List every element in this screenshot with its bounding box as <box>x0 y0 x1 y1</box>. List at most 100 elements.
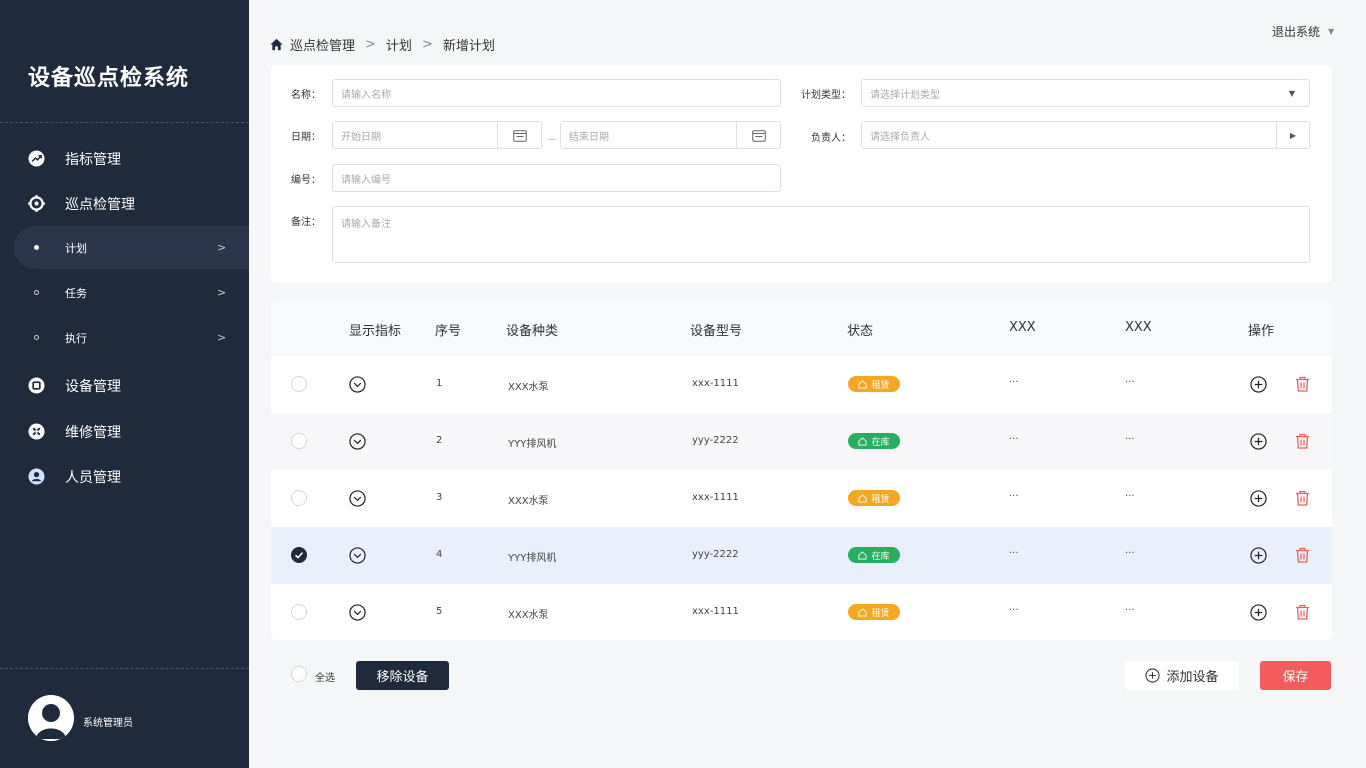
chevron-right-icon: > <box>217 331 227 344</box>
chevron-down-circle-icon[interactable] <box>349 604 366 621</box>
calendar-icon <box>512 129 527 142</box>
table-row[interactable]: 5 XXX水泵 xxx-1111 租赁 ··· ··· <box>271 584 1332 640</box>
code-input[interactable]: 请输入编号 <box>332 164 781 192</box>
bullet-icon <box>34 245 39 250</box>
plus-circle-icon <box>1145 668 1161 683</box>
table-row[interactable]: 4 YYY排风机 yyy-2222 在库 ··· ··· <box>271 527 1332 584</box>
house-icon <box>858 493 868 503</box>
remark-textarea[interactable]: 请输入备注 <box>332 206 1310 263</box>
sidebar-divider <box>0 122 249 123</box>
subnav-label: 执行 <box>65 331 87 345</box>
remove-device-button[interactable]: 移除设备 <box>356 661 449 690</box>
row-select-radio[interactable] <box>291 433 307 449</box>
sidebar-divider <box>0 668 249 669</box>
trash-icon[interactable] <box>1295 547 1310 563</box>
calendar-button[interactable] <box>736 122 780 148</box>
column-header: 操作 <box>1248 324 1275 339</box>
chevron-right-icon: > <box>217 241 227 254</box>
nav-item-devices[interactable]: 设备管理 <box>0 363 249 408</box>
breadcrumb-item[interactable]: 巡点检管理 <box>290 35 355 54</box>
chevron-down-circle-icon[interactable] <box>349 547 366 564</box>
remark-label: 备注： <box>291 217 321 228</box>
trash-icon[interactable] <box>1295 433 1310 449</box>
subnav-item-plan[interactable]: 计划 > <box>14 226 249 269</box>
table-header: 显示指标 序号 设备种类 设备型号 状态 XXX XXX 操作 <box>271 300 1332 356</box>
trash-icon[interactable] <box>1295 604 1310 620</box>
table-row[interactable]: 1 XXX水泵 xxx-1111 租赁 ··· ··· <box>271 356 1332 413</box>
caret-right-icon[interactable]: ▶ <box>1276 122 1309 148</box>
end-date-input[interactable]: 结束日期 <box>560 121 781 149</box>
column-header: XXX <box>1125 320 1152 335</box>
owner-select[interactable]: 请选择负责人 ▶ <box>861 121 1310 149</box>
row-select-radio[interactable] <box>291 604 307 620</box>
nav-item-inspection[interactable]: 巡点检管理 <box>0 181 249 226</box>
plus-circle-icon[interactable] <box>1250 433 1267 450</box>
subnav-item-execute[interactable]: 执行 > <box>14 316 249 359</box>
subnav-label: 任务 <box>65 286 87 300</box>
caret-down-icon: ▼ <box>1328 27 1335 36</box>
add-device-button[interactable]: 添加设备 <box>1125 661 1239 690</box>
device-model: xxx-1111 <box>692 378 739 389</box>
plan-type-label: 计划类型： <box>801 90 851 101</box>
calendar-button[interactable] <box>497 122 541 148</box>
row-select-radio[interactable] <box>291 547 307 563</box>
chevron-down-circle-icon[interactable] <box>349 433 366 450</box>
house-icon <box>858 436 868 446</box>
name-input[interactable]: 请输入名称 <box>332 79 781 107</box>
chevron-down-circle-icon[interactable] <box>349 376 366 393</box>
save-button[interactable]: 保存 <box>1260 661 1331 690</box>
nav-item-personnel[interactable]: 人员管理 <box>0 454 249 499</box>
select-all-radio[interactable] <box>291 666 307 682</box>
table-row[interactable]: 3 XXX水泵 xxx-1111 租赁 ··· ··· <box>271 470 1332 527</box>
plus-circle-icon[interactable] <box>1250 376 1267 393</box>
name-placeholder: 请输入名称 <box>341 89 391 101</box>
nav-item-repair[interactable]: 维修管理 <box>0 409 249 454</box>
subnav-label: 计划 <box>65 241 87 255</box>
plan-form: 名称： 请输入名称 计划类型： 请选择计划类型 ▼ 日期： 开始日期 — 结束日… <box>271 65 1332 283</box>
column-header: XXX <box>1009 320 1036 335</box>
trash-icon[interactable] <box>1295 490 1310 506</box>
row-index: 4 <box>436 549 443 560</box>
start-date-placeholder: 开始日期 <box>341 131 381 143</box>
nav-item-indicators[interactable]: 指标管理 <box>0 136 249 181</box>
trash-icon[interactable] <box>1295 376 1310 392</box>
plus-circle-icon[interactable] <box>1250 547 1267 564</box>
subnav-item-task[interactable]: 任务 > <box>14 271 249 314</box>
row-index: 5 <box>436 606 443 617</box>
chevron-right-icon: > <box>217 286 227 299</box>
breadcrumb: 巡点检管理 > 计划 > 新增计划 <box>270 35 495 54</box>
name-label: 名称： <box>291 90 321 101</box>
plus-circle-icon[interactable] <box>1250 604 1267 621</box>
device-model: yyy-2222 <box>692 435 739 446</box>
device-kind: YYY排风机 <box>508 439 557 450</box>
xxx-value: ··· <box>1009 548 1019 559</box>
status-badge: 在库 <box>848 433 900 449</box>
row-select-radio[interactable] <box>291 490 307 506</box>
status-text: 在库 <box>871 437 890 448</box>
home-icon[interactable] <box>270 38 283 51</box>
row-index: 2 <box>436 435 443 446</box>
xxx-value: ··· <box>1125 377 1135 388</box>
status-badge: 租赁 <box>848 604 900 620</box>
breadcrumb-item[interactable]: 计划 <box>386 35 412 54</box>
device-table: 显示指标 序号 设备种类 设备型号 状态 XXX XXX 操作 1 XXX水泵 xx… <box>271 300 1332 640</box>
logout-menu[interactable]: 退出系统 ▼ <box>1272 23 1334 40</box>
start-date-input[interactable]: 开始日期 <box>332 121 542 149</box>
row-select-radio[interactable] <box>291 376 307 392</box>
table-row[interactable]: 2 YYY排风机 yyy-2222 在库 ··· ··· <box>271 413 1332 470</box>
column-header: 序号 <box>435 324 462 339</box>
xxx-value: ··· <box>1125 548 1135 559</box>
plus-circle-icon[interactable] <box>1250 490 1267 507</box>
plan-type-placeholder: 请选择计划类型 <box>870 89 940 101</box>
device-model: xxx-1111 <box>692 606 739 617</box>
nav-item-label: 设备管理 <box>65 378 121 395</box>
plan-type-select[interactable]: 请选择计划类型 ▼ <box>861 79 1310 107</box>
chevron-down-circle-icon[interactable] <box>349 490 366 507</box>
xxx-value: ··· <box>1125 434 1135 445</box>
calendar-icon <box>751 129 766 142</box>
status-text: 租赁 <box>871 608 890 619</box>
device-kind: XXX水泵 <box>508 382 549 393</box>
nav-item-label: 巡点检管理 <box>65 196 135 213</box>
nav-item-label: 指标管理 <box>65 151 121 168</box>
add-device-label: 添加设备 <box>1166 670 1219 685</box>
